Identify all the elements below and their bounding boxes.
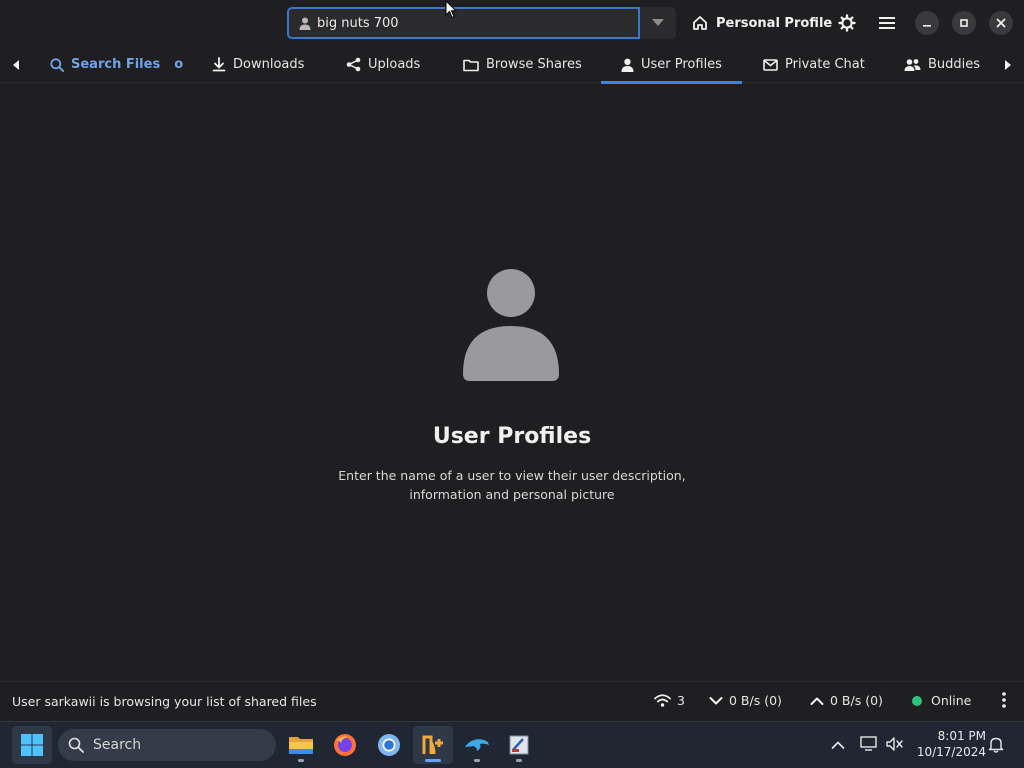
- tab-bar: Search Files o Downloads Uploads Browse …: [0, 46, 1024, 84]
- home-icon: [693, 16, 707, 30]
- placeholder-description: Enter the name of a user to view their u…: [0, 466, 1024, 504]
- minimize-button[interactable]: [915, 11, 939, 35]
- buddies-icon: [904, 58, 921, 71]
- taskbar-search[interactable]: Search: [58, 729, 276, 761]
- maximize-button[interactable]: [952, 11, 976, 35]
- placeholder-title: User Profiles: [432, 424, 592, 449]
- tab-label: Search Files: [71, 57, 161, 72]
- gear-icon: [838, 14, 856, 32]
- chevron-up-icon[interactable]: [831, 740, 845, 750]
- tab-search-files[interactable]: Search Files o: [50, 46, 183, 83]
- chevron-up-icon: [810, 697, 824, 705]
- folder-icon: [463, 59, 479, 71]
- username-entry[interactable]: [287, 7, 640, 39]
- tab-label: Downloads: [233, 57, 305, 72]
- tab-downloads[interactable]: Downloads: [212, 46, 304, 83]
- taskbar-running-indicator: [425, 759, 441, 762]
- close-button[interactable]: [989, 11, 1013, 35]
- firefox-icon: [334, 734, 356, 756]
- personal-profile-label: Personal Profile: [716, 15, 833, 31]
- user-icon: [299, 17, 311, 30]
- preferences-button[interactable]: [833, 9, 861, 37]
- tab-browse-shares[interactable]: Browse Shares: [463, 46, 582, 83]
- network-icon[interactable]: [860, 736, 878, 752]
- tab-user-profiles[interactable]: User Profiles: [601, 46, 742, 84]
- windows-logo-icon: [21, 734, 43, 756]
- taskbar-running-indicator: [298, 759, 304, 762]
- placeholder-description-line: Enter the name of a user to view their u…: [338, 468, 686, 483]
- tabs-scroll-right-icon[interactable]: [1002, 58, 1014, 72]
- download-speed-indicator[interactable]: 0 B/s (0): [709, 693, 782, 708]
- chevron-down-icon: [652, 19, 664, 26]
- search-icon: [68, 737, 84, 753]
- connections-indicator[interactable]: 3: [654, 693, 685, 708]
- main-menu-button[interactable]: [873, 9, 901, 37]
- username-dropdown-button[interactable]: [640, 7, 676, 39]
- personal-profile-button[interactable]: Personal Profile: [686, 7, 838, 39]
- taskbar-running-indicator: [474, 759, 480, 762]
- start-button[interactable]: [12, 726, 52, 764]
- taskbar-paint-app[interactable]: [499, 726, 539, 764]
- nicotine-plus-icon: [422, 735, 443, 755]
- taskbar-dolphin[interactable]: [457, 726, 497, 764]
- file-explorer-icon: [289, 737, 313, 754]
- upload-speed: 0 B/s (0): [830, 693, 883, 708]
- share-icon: [346, 57, 361, 72]
- dolphin-icon: [465, 739, 489, 751]
- clock-date: 10/17/2024: [916, 745, 986, 759]
- tab-label: Uploads: [368, 57, 421, 72]
- avatar-placeholder-icon: [463, 269, 559, 381]
- tab-private-chat[interactable]: Private Chat: [763, 46, 865, 83]
- chromium-icon: [378, 734, 400, 756]
- close-icon: [996, 18, 1006, 28]
- user-profiles-placeholder: User Profiles Enter the name of a user t…: [0, 84, 1024, 681]
- taskbar-search-label: Search: [93, 737, 142, 753]
- notification-bell-icon[interactable]: [988, 736, 1004, 753]
- chevron-down-icon: [709, 696, 723, 704]
- volume-muted-icon[interactable]: [886, 736, 904, 752]
- taskbar-chromium[interactable]: [369, 726, 409, 764]
- user-icon: [621, 58, 634, 72]
- status-bar: User sarkawii is browsing your list of s…: [0, 681, 1024, 721]
- wifi-icon: [654, 694, 671, 707]
- taskbar-running-indicator: [516, 759, 522, 762]
- username-input[interactable]: [317, 15, 617, 31]
- taskbar: Search 8:01 PM 10/17/2024: [0, 721, 1024, 768]
- mouse-cursor-icon: [445, 0, 457, 19]
- tab-badge: o: [174, 57, 184, 72]
- kebab-menu-icon: [1002, 692, 1006, 708]
- clock-time: 8:01 PM: [937, 729, 986, 743]
- hamburger-menu-icon: [879, 17, 895, 29]
- upload-speed-indicator[interactable]: 0 B/s (0): [810, 693, 883, 708]
- tab-label: Private Chat: [785, 57, 865, 72]
- tab-label: User Profiles: [641, 57, 722, 72]
- online-status-button[interactable]: Online: [912, 693, 971, 708]
- tab-buddies[interactable]: Buddies: [904, 46, 980, 83]
- taskbar-file-explorer[interactable]: [281, 726, 321, 764]
- online-status-label: Online: [931, 693, 972, 708]
- header-bar: Personal Profile: [0, 0, 1024, 46]
- taskbar-clock[interactable]: 8:01 PM 10/17/2024: [914, 728, 986, 760]
- download-icon: [212, 57, 226, 72]
- taskbar-nicotine[interactable]: [413, 726, 453, 764]
- tab-label: Browse Shares: [486, 57, 582, 72]
- placeholder-description-line: information and personal picture: [409, 487, 615, 502]
- connections-count: 3: [677, 693, 685, 708]
- taskbar-firefox[interactable]: [325, 726, 365, 764]
- mail-icon: [763, 58, 778, 71]
- maximize-icon: [960, 19, 968, 27]
- status-message: User sarkawii is browsing your list of s…: [12, 694, 317, 709]
- tabs-scroll-left-icon[interactable]: [10, 58, 22, 72]
- minimize-icon: [923, 25, 931, 27]
- tab-uploads[interactable]: Uploads: [346, 46, 420, 83]
- paint-app-icon: [509, 735, 529, 755]
- online-status-dot: [912, 695, 922, 706]
- tab-label: Buddies: [928, 57, 981, 72]
- download-speed: 0 B/s (0): [729, 693, 782, 708]
- status-menu-button[interactable]: [1002, 692, 1006, 708]
- search-icon: [50, 57, 64, 72]
